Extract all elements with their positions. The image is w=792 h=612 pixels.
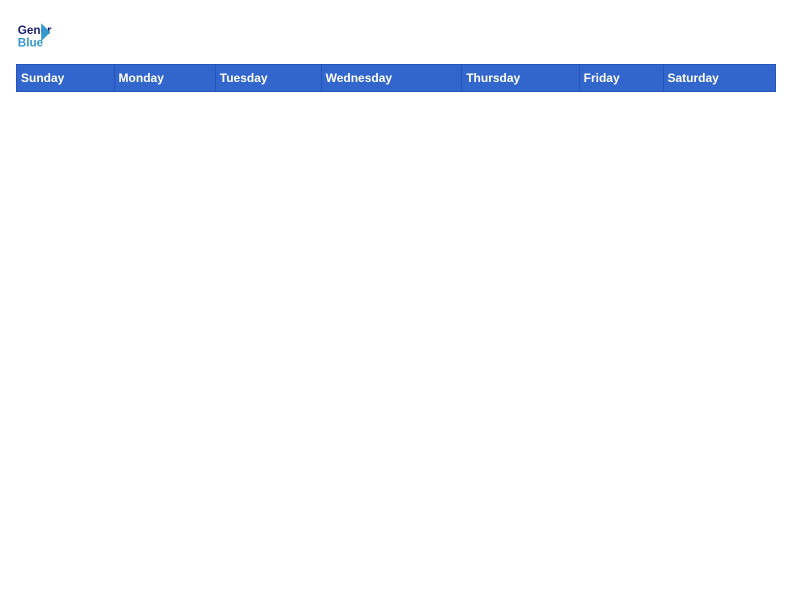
svg-text:Blue: Blue — [18, 37, 44, 50]
day-of-week-header: Tuesday — [215, 65, 321, 92]
day-of-week-header: Friday — [579, 65, 663, 92]
page-header: General Blue — [16, 16, 776, 52]
logo: General Blue — [16, 16, 52, 52]
day-of-week-header: Monday — [114, 65, 215, 92]
calendar-table: SundayMondayTuesdayWednesdayThursdayFrid… — [16, 64, 776, 92]
day-of-week-header: Saturday — [663, 65, 776, 92]
day-of-week-header: Sunday — [17, 65, 115, 92]
day-header-row: SundayMondayTuesdayWednesdayThursdayFrid… — [17, 65, 776, 92]
logo-icon: General Blue — [16, 16, 52, 52]
day-of-week-header: Wednesday — [321, 65, 462, 92]
day-of-week-header: Thursday — [462, 65, 579, 92]
